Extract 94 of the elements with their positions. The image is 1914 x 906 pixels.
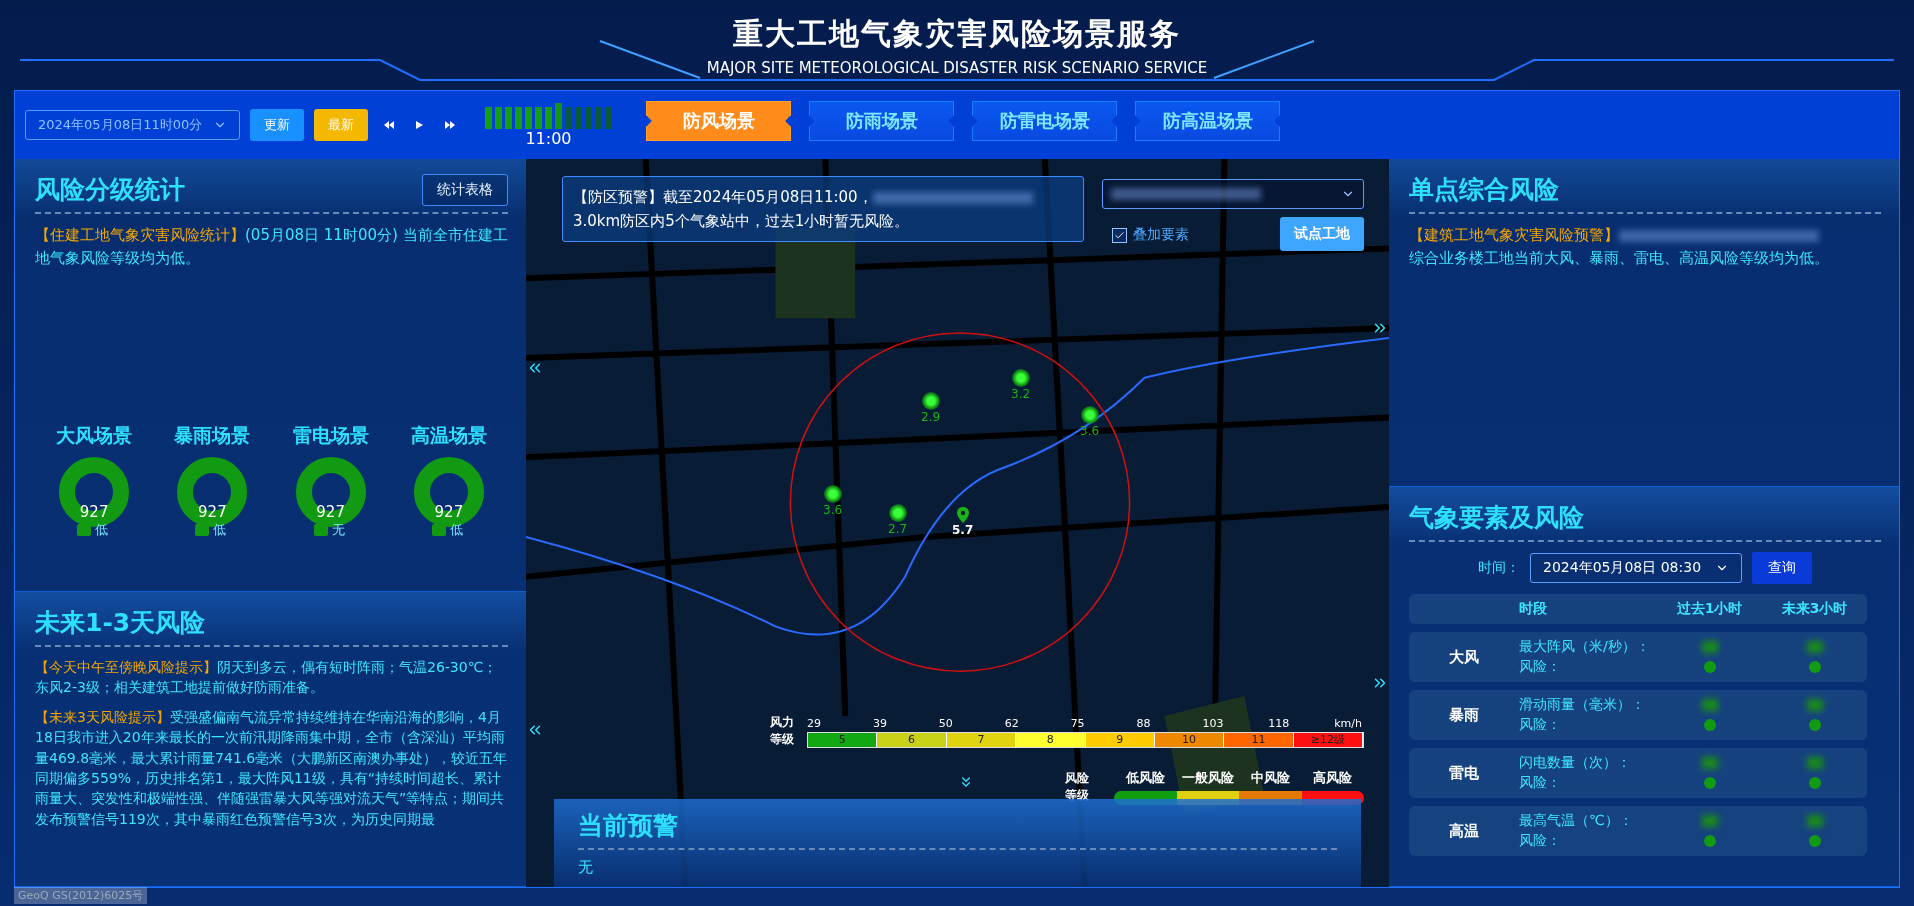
- element-name: 雷电: [1448, 763, 1480, 783]
- check-icon: [1114, 229, 1125, 241]
- wind-speed-tick: 118: [1268, 716, 1291, 730]
- wind-speed-tick: 39: [872, 716, 888, 730]
- wind-level-segment: 6: [877, 732, 947, 747]
- legend-label: 低: [95, 520, 109, 539]
- wind-level-segment: 9: [1085, 732, 1155, 747]
- risk-label: 风险：: [1519, 716, 1562, 735]
- wind-level-segment: ≥12级: [1293, 732, 1363, 747]
- overlay-label: 叠加要素: [1133, 226, 1189, 244]
- station-value: 2.7: [888, 522, 908, 536]
- scenario-tab[interactable]: 防高温场景: [1135, 101, 1280, 141]
- wind-speed-tick: 62: [1004, 716, 1020, 730]
- metric-label: 最大阵风（米/秒）：: [1519, 638, 1651, 657]
- site-count: 927: [433, 502, 465, 521]
- wind-speed-tick: 88: [1136, 716, 1152, 730]
- station-value: 2.9: [921, 410, 941, 424]
- site-select[interactable]: [1102, 179, 1364, 209]
- site-risk-text: 【建筑工地气象灾害风险预警】 综合业务楼工地当前大风、暴雨、雷电、高温风险等级均为低。: [1409, 225, 1830, 270]
- map-attribution: GeoQ GS(2012)6025号: [14, 887, 148, 904]
- panel-title: 单点综合风险: [1409, 174, 1559, 206]
- panel-title: 当前预警: [578, 810, 679, 842]
- wind-level-segment: 8: [1016, 732, 1086, 747]
- element-name: 高温: [1448, 821, 1480, 841]
- legend-label: 无: [331, 520, 345, 539]
- risk-level-label: 中风险: [1249, 769, 1291, 787]
- scene-title: 暴雨场景: [174, 422, 251, 448]
- site-count: 927: [78, 502, 110, 521]
- column-header: 过去1小时: [1675, 600, 1744, 619]
- wind-level-segment: 7: [946, 732, 1017, 747]
- legend-title: 风力等级: [769, 714, 795, 748]
- scenario-tab[interactable]: 防风场景: [646, 101, 791, 141]
- risk-notice-text: 【今天中午至傍晚风险提示】阴天到多云，偶有短时阵雨；气温26-30℃；东风2-3级；相关建筑工地提前做好防雨准备。: [35, 657, 499, 697]
- unit-label: km/h: [1334, 716, 1362, 730]
- panel-title: 气象要素及风险: [1409, 502, 1584, 535]
- pilot-site-button[interactable]: 试点工地: [1280, 217, 1364, 251]
- station-value: 3.6: [1080, 424, 1100, 438]
- datetime-select[interactable]: 2024年05月08日11时00分: [25, 110, 240, 140]
- column-header: 时段: [1519, 600, 1548, 619]
- element-name: 大风: [1448, 647, 1480, 667]
- column-header: 未来3小时: [1780, 600, 1849, 619]
- wind-level-segment: 11: [1224, 732, 1294, 747]
- scenario-tab[interactable]: 防雨场景: [809, 101, 954, 141]
- wind-speed-tick: 75: [1070, 716, 1086, 730]
- element-name: 暴雨: [1448, 705, 1480, 725]
- legend-label: 低: [449, 520, 463, 539]
- blurred-value: [1701, 641, 1718, 654]
- toolbar-button[interactable]: 更新: [250, 109, 304, 141]
- page-subtitle: MAJOR SITE METEOROLOGICAL DISASTER RISK SCENARIO SERVICE: [706, 58, 1208, 77]
- risk-level-label: 高风险: [1312, 769, 1354, 787]
- timeline-time: 11:00: [525, 128, 572, 148]
- station-value: 5.7: [952, 523, 974, 537]
- scene-title: 大风场景: [56, 422, 133, 448]
- page-title: 重大工地气象灾害风险场景服务: [733, 14, 1181, 53]
- scene-title: 高温场景: [410, 422, 487, 448]
- blurred-value: [1701, 699, 1718, 712]
- query-button[interactable]: 查询: [1752, 552, 1812, 585]
- wind-level-segment: 10: [1154, 732, 1225, 747]
- stats-table-button[interactable]: 统计表格: [422, 173, 508, 206]
- risk-level-label: 一般风险: [1180, 769, 1235, 787]
- wind-speed-tick: 103: [1202, 716, 1225, 730]
- blurred-value: [1806, 641, 1823, 654]
- legend-title: 风险等级: [1064, 770, 1090, 804]
- risk-notice-text: 【未来3天风险提示】受强盛偏南气流异常持续维持在华南沿海的影响，4月18日我市进入20年来最长的一次前汛期降雨集中期，全市（含深汕）平均雨量469.8毫米，最大累计雨量741.6毫米（大鹏新区南澳办事处），较近五年同期偏多559%，历史排名第1，最大阵风11级，具有“持续时间超长、累计雨量大、突发性和极端性强、伴随强雷暴大风等强对流天气”等特点；期间共发布预警信号119次，其中暴雨红色预警信号3次，为历史同期最: [35, 708, 508, 829]
- blurred-value: [1701, 815, 1718, 828]
- wind-speed-tick: 29: [807, 716, 822, 730]
- risk-summary-text: 【住建工地气象灾害风险统计】(05月08日 11时00分) 当前全市住建工地气象风险等级均为低。: [35, 225, 508, 270]
- risk-label: 风险：: [1519, 832, 1562, 851]
- risk-level-label: 低风险: [1124, 769, 1166, 787]
- risk-label: 风险：: [1519, 658, 1562, 677]
- blurred-value: [1806, 699, 1823, 712]
- metric-label: 滑动雨量（毫米）：: [1519, 696, 1646, 715]
- legend-label: 低: [213, 520, 227, 539]
- scene-title: 雷电场景: [292, 422, 369, 448]
- station-value: 3.6: [823, 503, 843, 517]
- panel-title: 未来1-3天风险: [35, 606, 206, 639]
- blurred-value: [1806, 757, 1823, 770]
- zone-alert-text: 【防区预警】截至2024年05月08日11:00， 3.0km防区内5个气象站中，过去1小时暂无风险。: [562, 176, 1084, 242]
- metric-label: 闪电数量（次）：: [1519, 754, 1632, 773]
- wind-level-segment: 5: [808, 732, 878, 747]
- time-select[interactable]: 2024年05月08日 08:30: [1530, 553, 1742, 584]
- scenario-tab[interactable]: 防雷电场景: [972, 101, 1117, 141]
- wind-speed-tick: 50: [938, 716, 954, 730]
- time-label: 时间：: [1478, 559, 1520, 578]
- location-pin-icon[interactable]: [956, 507, 969, 523]
- blurred-value: [1701, 757, 1718, 770]
- site-count: 927: [197, 502, 228, 521]
- risk-label: 风险：: [1519, 774, 1562, 793]
- site-count: 927: [315, 502, 346, 521]
- metric-label: 最高气温（℃）：: [1519, 812, 1634, 831]
- panel-title: 风险分级统计: [35, 174, 185, 206]
- station-value: 3.2: [1011, 387, 1031, 401]
- alert-text: 无: [578, 858, 594, 877]
- blurred-value: [1806, 815, 1823, 828]
